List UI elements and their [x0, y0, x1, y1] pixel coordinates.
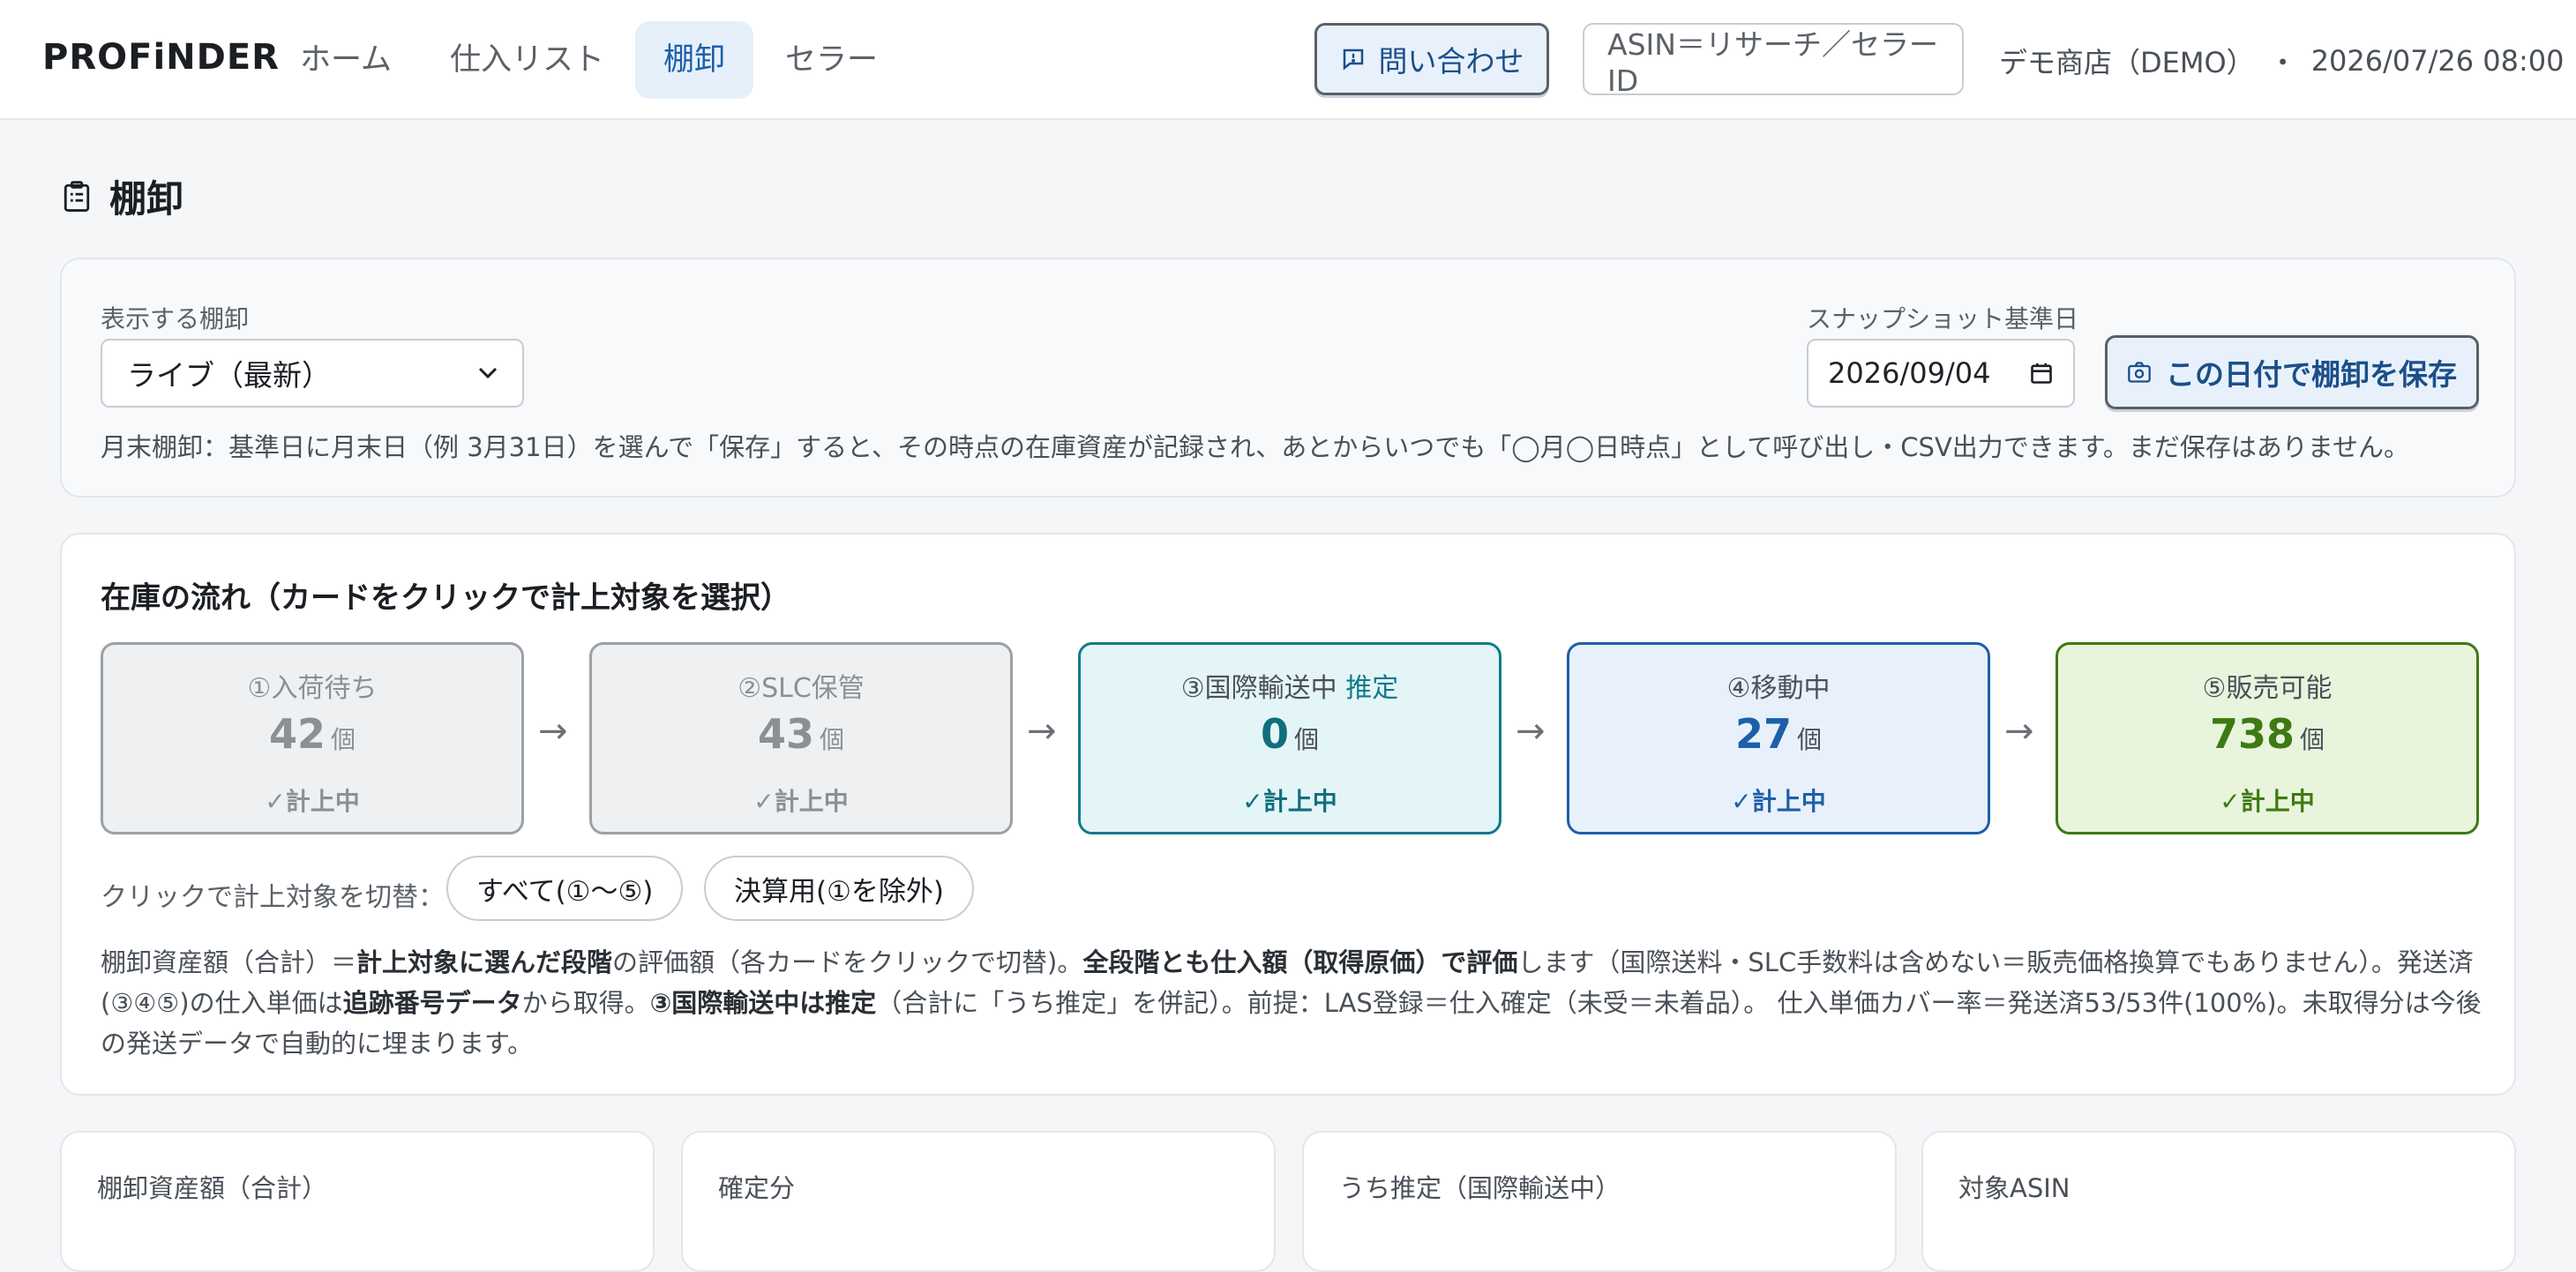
- save-snapshot-label: この日付で棚卸を保存: [2166, 357, 2457, 392]
- toggle-all-button[interactable]: すべて(①〜⑤): [446, 856, 684, 921]
- estimate-tag: 推定: [1345, 673, 1399, 704]
- nav-item-purchase-list[interactable]: 仕入リスト: [422, 21, 633, 99]
- stage-count: 27 個: [1734, 710, 1823, 758]
- flow-arrow: →: [1027, 711, 1057, 752]
- search-placeholder: ASIN＝リサーチ／セラーID: [1607, 26, 1938, 98]
- stat-card-confirmed: 確定分: [681, 1131, 1276, 1272]
- shop-info: デモ商店（DEMO） ・ 2026/07/26 08:00: [1999, 41, 2576, 81]
- stat-card-target-asin: 対象ASIN: [1921, 1131, 2516, 1272]
- month-end-note: 月末棚卸：基準日に月末日（例 3月31日）を選んで「保存」すると、その時点の在庫…: [101, 432, 2410, 462]
- flow-arrow: →: [2004, 711, 2034, 752]
- stage-card-moving[interactable]: ④移動中 27 個 ✓計上中: [1567, 642, 1990, 834]
- stage-count: 42 個: [268, 710, 356, 758]
- stage-name: ②SLC保管: [738, 673, 865, 704]
- nav-item-home[interactable]: ホーム: [272, 21, 420, 99]
- stage-name: ⑤販売可能: [2202, 673, 2333, 704]
- inventory-view-select[interactable]: ライブ（最新）: [101, 339, 524, 408]
- current-datetime: 2026/07/26 08:00: [2310, 44, 2565, 78]
- stage-count: 0個: [1260, 710, 1320, 758]
- asin-search-input[interactable]: ASIN＝リサーチ／セラーID: [1583, 23, 1964, 98]
- contact-button[interactable]: 問い合わせ: [1314, 23, 1549, 95]
- snapshot-date-label: スナップショット基準日: [1807, 304, 2079, 333]
- chevron-down-icon: [478, 367, 498, 379]
- valuation-note: 棚卸資産額（合計）＝計上対象に選んだ段階の評価額（各カードをクリックで切替)。全…: [101, 947, 2482, 1059]
- calendar-icon[interactable]: [2029, 361, 2054, 385]
- snapshot-date-input[interactable]: 2026/09/04: [1807, 339, 2075, 408]
- stage-status: ✓計上中: [265, 787, 360, 816]
- stat-label: うち推定（国際輸送中）: [1339, 1173, 1621, 1203]
- chat-icon: [1343, 49, 1363, 71]
- stat-label: 棚卸資産額（合計）: [97, 1173, 328, 1203]
- camera-icon: [2128, 362, 2151, 383]
- view-select-value: ライブ（最新）: [127, 358, 331, 393]
- stage-card-sellable[interactable]: ⑤販売可能 738 個 ✓計上中: [2056, 642, 2479, 834]
- stage-card-slc-storage[interactable]: ②SLC保管 43 個 ✓計上中: [589, 642, 1013, 834]
- app-logo[interactable]: PROFiNDER: [42, 37, 280, 78]
- stage-count: 43 個: [757, 710, 845, 758]
- stage-status: ✓計上中: [753, 787, 849, 816]
- stat-card-estimated: うち推定（国際輸送中）: [1302, 1131, 1897, 1272]
- flow-panel-title: 在庫の流れ（カードをクリックで計上対象を選択）: [101, 580, 790, 616]
- toggle-label: クリックで計上対象を切替：: [101, 882, 445, 913]
- stage-status: ✓計上中: [1242, 787, 1337, 816]
- separator-dot: ・: [2268, 46, 2297, 79]
- stage-status: ✓計上中: [1731, 787, 1826, 816]
- nav-item-inventory[interactable]: 棚卸: [635, 21, 754, 99]
- flow-arrow: →: [1516, 711, 1546, 752]
- page-title: 棚卸: [62, 169, 183, 223]
- nav-item-seller[interactable]: セラー: [757, 21, 906, 99]
- inventory-flow-panel: 在庫の流れ（カードをクリックで計上対象を選択） ①入荷待ち 42 個 ✓計上中 →…: [60, 533, 2516, 1096]
- contact-button-label: 問い合わせ: [1378, 44, 1524, 79]
- shop-name: デモ商店（DEMO）: [1999, 46, 2255, 79]
- stat-label: 確定分: [718, 1173, 796, 1203]
- stage-count: 738 個: [2209, 710, 2325, 758]
- stat-label: 対象ASIN: [1958, 1173, 2071, 1203]
- view-select-label: 表示する棚卸: [101, 304, 250, 333]
- stage-card-pending[interactable]: ①入荷待ち 42 個 ✓計上中: [101, 642, 524, 834]
- save-snapshot-button[interactable]: この日付で棚卸を保存: [2105, 335, 2479, 409]
- clipboard-icon: [64, 180, 90, 212]
- top-nav-bar: PROFiNDER ホーム 仕入リスト 棚卸 セラー 問い合わせ ASIN＝リサ…: [0, 0, 2576, 120]
- stage-name: ①入荷待ち: [247, 673, 378, 704]
- page-title-text: 棚卸: [109, 177, 184, 221]
- snapshot-date-value: 2026/09/04: [1828, 356, 1991, 390]
- snapshot-panel: 表示する棚卸 ライブ（最新） スナップショット基準日 2026/09/04 この…: [60, 258, 2516, 498]
- flow-arrow: →: [538, 711, 568, 752]
- stage-name: ④移動中: [1726, 673, 1831, 704]
- stat-card-total-asset: 棚卸資産額（合計）: [60, 1131, 655, 1272]
- stage-status: ✓計上中: [2220, 787, 2315, 816]
- stage-name: ③国際輸送中 推定: [1180, 673, 1399, 704]
- stage-card-international-transit[interactable]: ③国際輸送中 推定 0個 ✓計上中: [1078, 642, 1501, 834]
- toggle-settlement-button[interactable]: 決算用(①を除外): [704, 856, 974, 921]
